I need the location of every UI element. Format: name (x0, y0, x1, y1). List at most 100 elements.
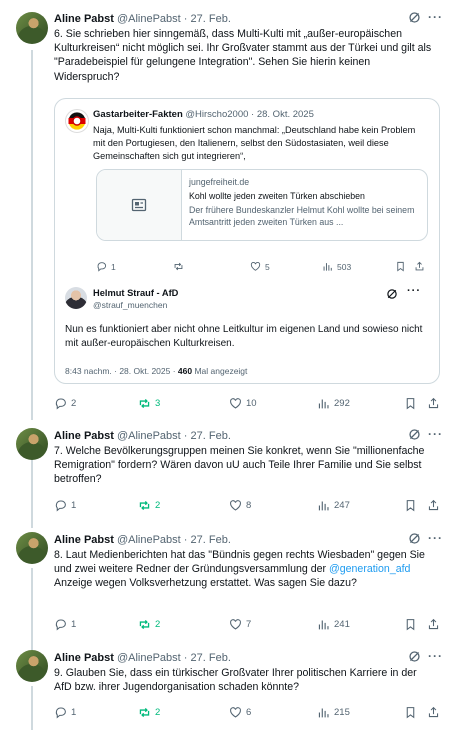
quote-view-count: 503 (337, 261, 352, 272)
avatar[interactable] (16, 12, 48, 44)
more-icon[interactable]: ··· (428, 10, 443, 24)
more-icon[interactable]: ··· (407, 285, 421, 297)
link-card[interactable]: jungefreiheit.de Kohl wollte jeden zweit… (96, 169, 428, 241)
more-icon[interactable]: ··· (428, 427, 443, 441)
like-button[interactable]: 7 (229, 618, 251, 631)
avatar[interactable] (16, 650, 48, 682)
mention-link[interactable]: @generation_afd (329, 563, 410, 575)
post-text-end: Anzeige wegen Volksverhetzung erstattet.… (54, 577, 357, 590)
author-name[interactable]: Aline Pabst (54, 13, 114, 25)
bookmark-button[interactable] (404, 706, 417, 719)
reply-icon (97, 262, 106, 272)
views-button[interactable]: 241 (317, 618, 350, 631)
like-button[interactable]: 6 (229, 706, 251, 719)
quote-bookmark-button[interactable] (395, 261, 406, 272)
thread-line (31, 686, 33, 730)
reply-view-label: Mal angezeigt (192, 366, 248, 376)
share-icon (415, 261, 424, 271)
views-button[interactable]: 247 (317, 499, 350, 512)
quote-author-name[interactable]: Gastarbeiter-Fakten (93, 109, 183, 120)
post-date[interactable]: · 27. Feb. (184, 652, 231, 664)
reply-author-handle[interactable]: @strauf_muenchen (93, 300, 167, 310)
quote-author-handle[interactable]: @Hirscho2000 (185, 109, 248, 120)
reply-icon (55, 707, 66, 719)
bookmark-button[interactable] (404, 618, 417, 631)
repost-button[interactable]: 2 (138, 618, 160, 631)
quote-share-button[interactable] (414, 261, 425, 272)
share-button[interactable] (427, 499, 440, 512)
repost-icon (139, 619, 150, 630)
author-handle[interactable]: @AlinePabst (117, 652, 181, 664)
like-count: 8 (246, 500, 252, 511)
avatar[interactable] (16, 532, 48, 564)
reply-count: 1 (71, 619, 77, 630)
repost-count: 2 (155, 619, 161, 630)
grok-icon[interactable] (408, 428, 421, 444)
bookmark-button[interactable] (404, 397, 417, 410)
grok-icon[interactable] (386, 287, 398, 305)
quote-avatar[interactable] (65, 109, 89, 133)
views-icon (318, 501, 329, 511)
card-description: Der frühere Bundeskanzler Helmut Kohl wo… (189, 205, 415, 227)
repost-button[interactable]: 2 (138, 706, 160, 719)
post-actions: 2 3 10 292 (54, 397, 442, 411)
author-name[interactable]: Aline Pabst (54, 652, 114, 664)
reply-button[interactable]: 1 (54, 499, 76, 512)
repost-count: 2 (155, 500, 161, 511)
post-date[interactable]: · 27. Feb. (184, 534, 231, 546)
author-name[interactable]: Aline Pabst (54, 430, 114, 442)
quote-repost-button[interactable] (173, 261, 184, 272)
reply-button[interactable]: 1 (54, 706, 76, 719)
share-icon (428, 706, 439, 718)
post-header: Aline Pabst @AlinePabst · 27. Feb. (54, 533, 231, 547)
reply-avatar[interactable] (65, 287, 87, 309)
share-button[interactable] (427, 706, 440, 719)
author-handle[interactable]: @AlinePabst (117, 430, 181, 442)
repost-button[interactable]: 2 (138, 499, 160, 512)
like-button[interactable]: 10 (229, 397, 257, 410)
repost-icon (139, 500, 150, 511)
avatar[interactable] (16, 428, 48, 460)
post-date[interactable]: · 27. Feb. (184, 430, 231, 442)
share-button[interactable] (427, 397, 440, 410)
post-text: 8. Laut Medienberichten hat das "Bündnis… (54, 548, 434, 591)
post-actions: 1 2 8 247 (54, 499, 442, 513)
author-handle[interactable]: @AlinePabst (117, 13, 181, 25)
quote-reply-button[interactable]: 1 (96, 261, 116, 272)
post-text: 9. Glauben Sie, dass ein türkischer Groß… (54, 667, 417, 694)
more-icon[interactable]: ··· (428, 531, 443, 545)
post-date[interactable]: · 27. Feb. (184, 13, 231, 25)
quoted-post[interactable]: Gastarbeiter-Fakten @Hirscho2000 · 28. O… (54, 98, 440, 384)
views-button[interactable]: 215 (317, 706, 350, 719)
thread-line (31, 568, 33, 650)
grok-icon[interactable] (408, 11, 421, 27)
card-domain: jungefreiheit.de (189, 177, 250, 187)
reply-button[interactable]: 2 (54, 397, 76, 410)
view-count: 292 (334, 398, 350, 409)
quote-text: Naja, Multi-Kulti funktioniert schon man… (93, 125, 416, 161)
repost-button[interactable]: 3 (138, 397, 160, 410)
quote-views-button[interactable]: 503 (322, 261, 351, 272)
card-title: Kohl wollte jeden zweiten Türken abschie… (189, 191, 365, 201)
grok-icon[interactable] (408, 650, 421, 666)
reply-count: 1 (71, 500, 77, 511)
reply-author-name[interactable]: Helmut Strauf - AfD (93, 288, 178, 298)
heart-icon (230, 619, 241, 630)
post-header: Aline Pabst @AlinePabst · 27. Feb. (54, 429, 231, 443)
reply-timestamp[interactable]: 8:43 nachm. · 28. Okt. 2025 · (65, 366, 178, 376)
more-icon[interactable]: ··· (428, 649, 443, 663)
post-header: Aline Pabst @AlinePabst · 27. Feb. (54, 651, 231, 665)
quote-like-button[interactable]: 5 (250, 261, 270, 272)
author-name[interactable]: Aline Pabst (54, 534, 114, 546)
author-handle[interactable]: @AlinePabst (117, 534, 181, 546)
grok-icon[interactable] (408, 532, 421, 548)
views-icon (318, 708, 329, 718)
heart-icon (250, 262, 261, 271)
bookmark-button[interactable] (404, 499, 417, 512)
views-button[interactable]: 292 (317, 397, 350, 410)
reply-button[interactable]: 1 (54, 618, 76, 631)
thread-line (31, 460, 33, 528)
quote-date[interactable]: · 28. Okt. 2025 (251, 109, 314, 120)
share-button[interactable] (427, 618, 440, 631)
like-button[interactable]: 8 (229, 499, 251, 512)
